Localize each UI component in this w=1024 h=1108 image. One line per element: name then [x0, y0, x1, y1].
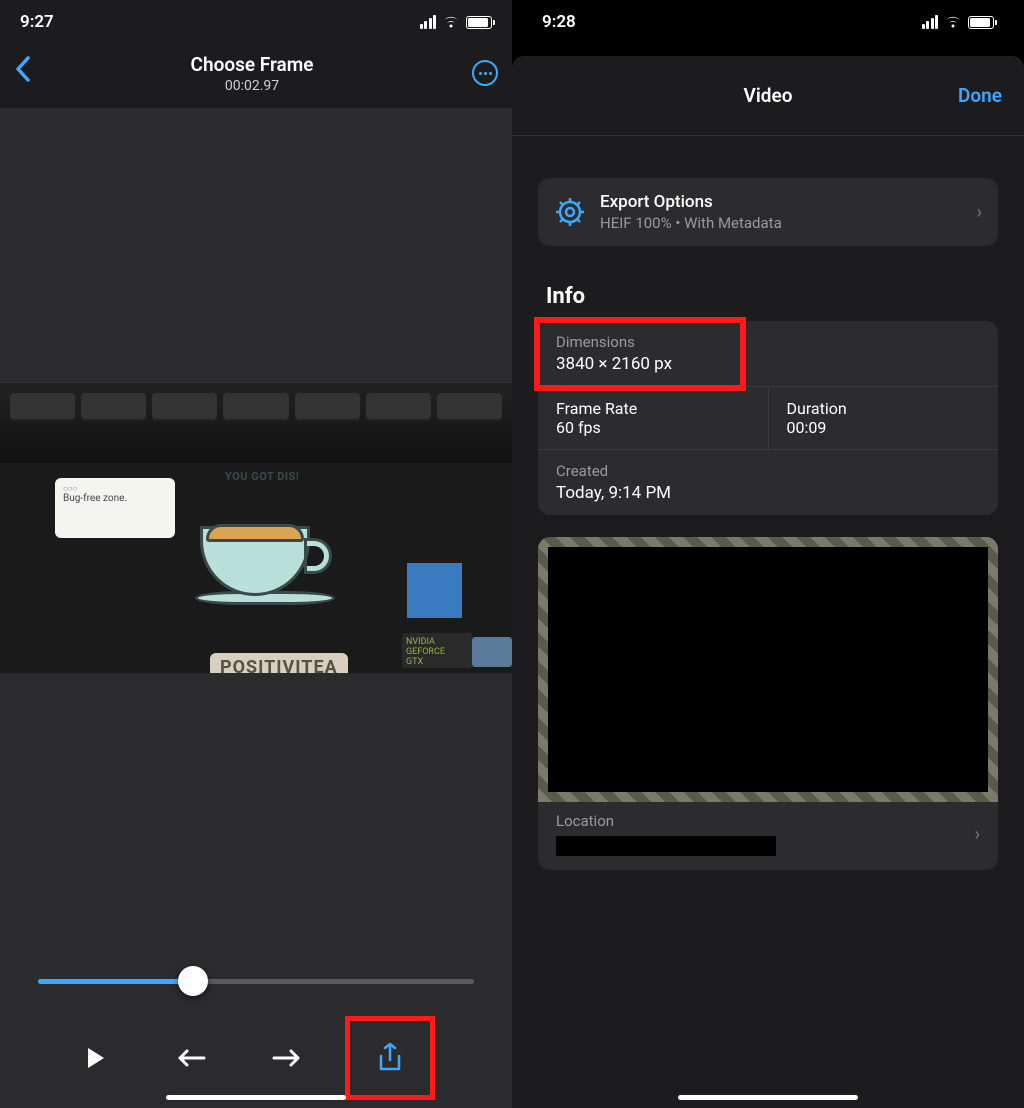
home-indicator[interactable] — [166, 1095, 346, 1100]
cellular-icon — [420, 15, 437, 29]
export-options-row[interactable]: Export Options HEIF 100% • With Metadata… — [538, 178, 998, 246]
export-subtitle: HEIF 100% • With Metadata — [600, 214, 782, 232]
map-card: Location › — [538, 537, 998, 870]
dimensions-value: 3840 × 2160 px — [556, 354, 980, 374]
gear-icon — [554, 196, 586, 228]
playback-controls — [0, 948, 512, 1108]
video-info-sheet: Video Done Export Options HEIF 100% • Wi… — [512, 56, 1024, 1108]
phone-video-info: 9:28 Video Done Export Options HEIF 100%… — [512, 0, 1024, 1108]
phone-choose-frame: 9:27 Choose Frame 00:02.97 ○○○ Bug-free … — [0, 0, 512, 1108]
info-created-row: Created Today, 9:14 PM — [538, 450, 998, 515]
sticker-bugfree-text: Bug-free zone. — [63, 493, 167, 504]
info-duration-row: Duration 00:09 — [769, 387, 999, 449]
location-label: Location — [556, 812, 776, 830]
status-indicators — [420, 15, 493, 29]
framerate-label: Frame Rate — [556, 399, 750, 418]
status-time: 9:28 — [542, 12, 576, 32]
location-row[interactable]: Location › — [538, 802, 998, 870]
scrubber-thumb[interactable] — [178, 966, 208, 996]
info-dimensions-row: Dimensions 3840 × 2160 px — [538, 321, 998, 387]
frame-preview: ○○○ Bug-free zone. YOU GOT DIS! POSITIVI… — [0, 383, 512, 673]
header-title: Choose Frame — [32, 53, 472, 76]
sticker-intel — [472, 637, 512, 667]
sticker-blue — [407, 563, 462, 618]
nav-header: Choose Frame 00:02.97 — [0, 44, 512, 108]
battery-icon — [466, 16, 492, 29]
framerate-value: 60 fps — [556, 418, 750, 437]
info-framerate-row: Frame Rate 60 fps — [538, 387, 769, 449]
created-label: Created — [556, 462, 980, 480]
sticker-cup: YOU GOT DIS! — [195, 498, 340, 643]
status-bar: 9:27 — [0, 0, 512, 44]
play-button[interactable] — [77, 1040, 113, 1076]
cup-speech-text: YOU GOT DIS! — [225, 470, 299, 483]
chevron-right-icon: › — [975, 824, 980, 845]
cellular-icon — [922, 15, 939, 29]
wifi-icon — [442, 15, 460, 29]
share-button[interactable] — [372, 1040, 408, 1076]
created-value: Today, 9:14 PM — [556, 483, 980, 503]
info-card: Dimensions 3840 × 2160 px Frame Rate 60 … — [538, 321, 998, 515]
more-button[interactable] — [472, 60, 498, 86]
sticker-bugfree: ○○○ Bug-free zone. — [55, 478, 175, 538]
frame-viewer[interactable]: ○○○ Bug-free zone. YOU GOT DIS! POSITIVI… — [0, 108, 512, 948]
done-button[interactable]: Done — [958, 84, 1002, 107]
next-frame-button[interactable] — [269, 1040, 305, 1076]
scrubber[interactable] — [38, 966, 474, 996]
duration-value: 00:09 — [787, 418, 981, 437]
highlight-box-share — [345, 1016, 435, 1100]
sticker-positivitea: POSITIVITEA — [210, 653, 348, 673]
sheet-title: Video — [744, 84, 793, 107]
dimensions-label: Dimensions — [556, 333, 980, 351]
chevron-right-icon: › — [977, 202, 982, 223]
status-bar: 9:28 — [512, 0, 1024, 44]
info-heading: Info — [538, 284, 998, 309]
wifi-icon — [944, 15, 962, 29]
duration-label: Duration — [787, 399, 981, 418]
battery-icon — [968, 16, 994, 29]
sheet-header: Video Done — [512, 56, 1024, 136]
home-indicator[interactable] — [678, 1095, 858, 1100]
back-button[interactable] — [14, 55, 32, 91]
location-redacted — [556, 836, 776, 856]
sticker-geforce: NVIDIA GEFORCE GTX — [402, 633, 472, 668]
header-timestamp: 00:02.97 — [32, 78, 472, 94]
export-title: Export Options — [600, 192, 782, 212]
map-thumbnail[interactable] — [538, 537, 998, 802]
laptop-keyboard — [0, 383, 512, 463]
prev-frame-button[interactable] — [173, 1040, 209, 1076]
header-title-block: Choose Frame 00:02.97 — [32, 53, 472, 94]
status-indicators — [922, 15, 995, 29]
status-time: 9:27 — [20, 12, 54, 32]
